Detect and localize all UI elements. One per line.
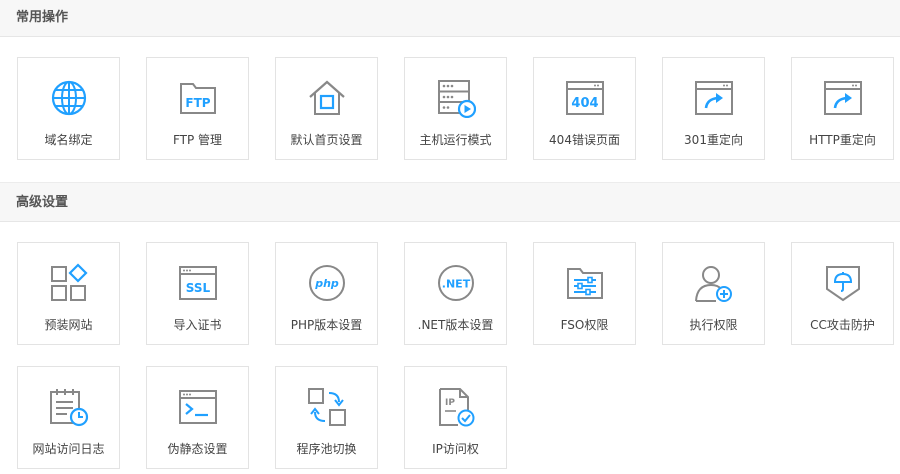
cc-attack-protection-tile[interactable]: CC攻击防护 (791, 242, 894, 345)
error-404-icon: 404 (565, 78, 605, 118)
svg-text:404: 404 (571, 96, 598, 111)
php-version-tile[interactable]: php PHP版本设置 (275, 242, 378, 345)
server-play-icon (436, 78, 476, 118)
common-operations-grid: 域名绑定 FTP FTP 管理 默认首页设置 主机运行模式 404 404错误页… (0, 37, 900, 182)
tile-label: 程序池切换 (296, 442, 357, 456)
svg-text:SSL: SSL (186, 281, 211, 295)
default-homepage-tile[interactable]: 默认首页设置 (275, 57, 378, 160)
pseudo-static-tile[interactable]: 伪静态设置 (146, 366, 249, 469)
home-icon (307, 78, 347, 118)
tile-label: 执行权限 (689, 318, 738, 332)
ip-access-tile[interactable]: IP IP访问权 (404, 366, 507, 469)
tile-label: HTTP重定向 (809, 133, 876, 147)
globe-icon (49, 78, 89, 118)
tile-label: 导入证书 (173, 318, 222, 332)
host-run-mode-tile[interactable]: 主机运行模式 (404, 57, 507, 160)
fso-permission-tile[interactable]: FSO权限 (533, 242, 636, 345)
ssl-certificate-icon: SSL (178, 263, 218, 303)
section-header-common: 常用操作 (0, 0, 900, 37)
tile-label: 301重定向 (684, 133, 743, 147)
tile-label: 网站访问日志 (32, 442, 105, 456)
section-header-advanced: 高级设置 (0, 182, 900, 222)
error-404-page-tile[interactable]: 404 404错误页面 (533, 57, 636, 160)
terminal-icon (178, 387, 218, 427)
site-access-log-tile[interactable]: 网站访问日志 (17, 366, 120, 469)
ftp-folder-icon: FTP (178, 78, 218, 118)
svg-text:IP: IP (445, 398, 455, 408)
php-icon: php (307, 263, 347, 303)
import-certificate-tile[interactable]: SSL 导入证书 (146, 242, 249, 345)
svg-text:.NET: .NET (442, 278, 471, 291)
domain-binding-tile[interactable]: 域名绑定 (17, 57, 120, 160)
ip-access-icon: IP (436, 387, 476, 427)
tile-label: 伪静态设置 (167, 442, 228, 456)
ftp-manage-tile[interactable]: FTP FTP 管理 (146, 57, 249, 160)
svg-text:php: php (314, 277, 339, 290)
dotnet-version-tile[interactable]: .NET .NET版本设置 (404, 242, 507, 345)
fso-folder-icon (565, 263, 605, 303)
dotnet-icon: .NET (436, 263, 476, 303)
redirect-http-icon (823, 78, 863, 118)
svg-text:FTP: FTP (185, 96, 210, 110)
redirect-301-icon (694, 78, 734, 118)
tile-label: CC攻击防护 (810, 318, 875, 332)
tile-label: IP访问权 (432, 442, 479, 456)
advanced-settings-grid: 预装网站 SSL 导入证书 php PHP版本设置 .NET .NET版本设置 … (0, 222, 900, 474)
tile-label: PHP版本设置 (290, 318, 363, 332)
log-calendar-icon (49, 387, 89, 427)
preinstall-apps-icon (49, 263, 89, 303)
tile-label: 默认首页设置 (290, 133, 363, 147)
tile-label: FSO权限 (560, 318, 609, 332)
tile-label: 404错误页面 (549, 133, 620, 147)
app-pool-switch-tile[interactable]: 程序池切换 (275, 366, 378, 469)
pool-switch-icon (307, 387, 347, 427)
tile-label: 主机运行模式 (419, 133, 492, 147)
user-add-icon (694, 263, 734, 303)
http-redirect-tile[interactable]: HTTP重定向 (791, 57, 894, 160)
execute-permission-tile[interactable]: 执行权限 (662, 242, 765, 345)
redirect-301-tile[interactable]: 301重定向 (662, 57, 765, 160)
tile-label: .NET版本设置 (417, 318, 494, 332)
tile-label: 预装网站 (44, 318, 93, 332)
preinstall-website-tile[interactable]: 预装网站 (17, 242, 120, 345)
tile-label: FTP 管理 (172, 133, 223, 147)
tile-label: 域名绑定 (44, 133, 93, 147)
shield-umbrella-icon (823, 263, 863, 303)
